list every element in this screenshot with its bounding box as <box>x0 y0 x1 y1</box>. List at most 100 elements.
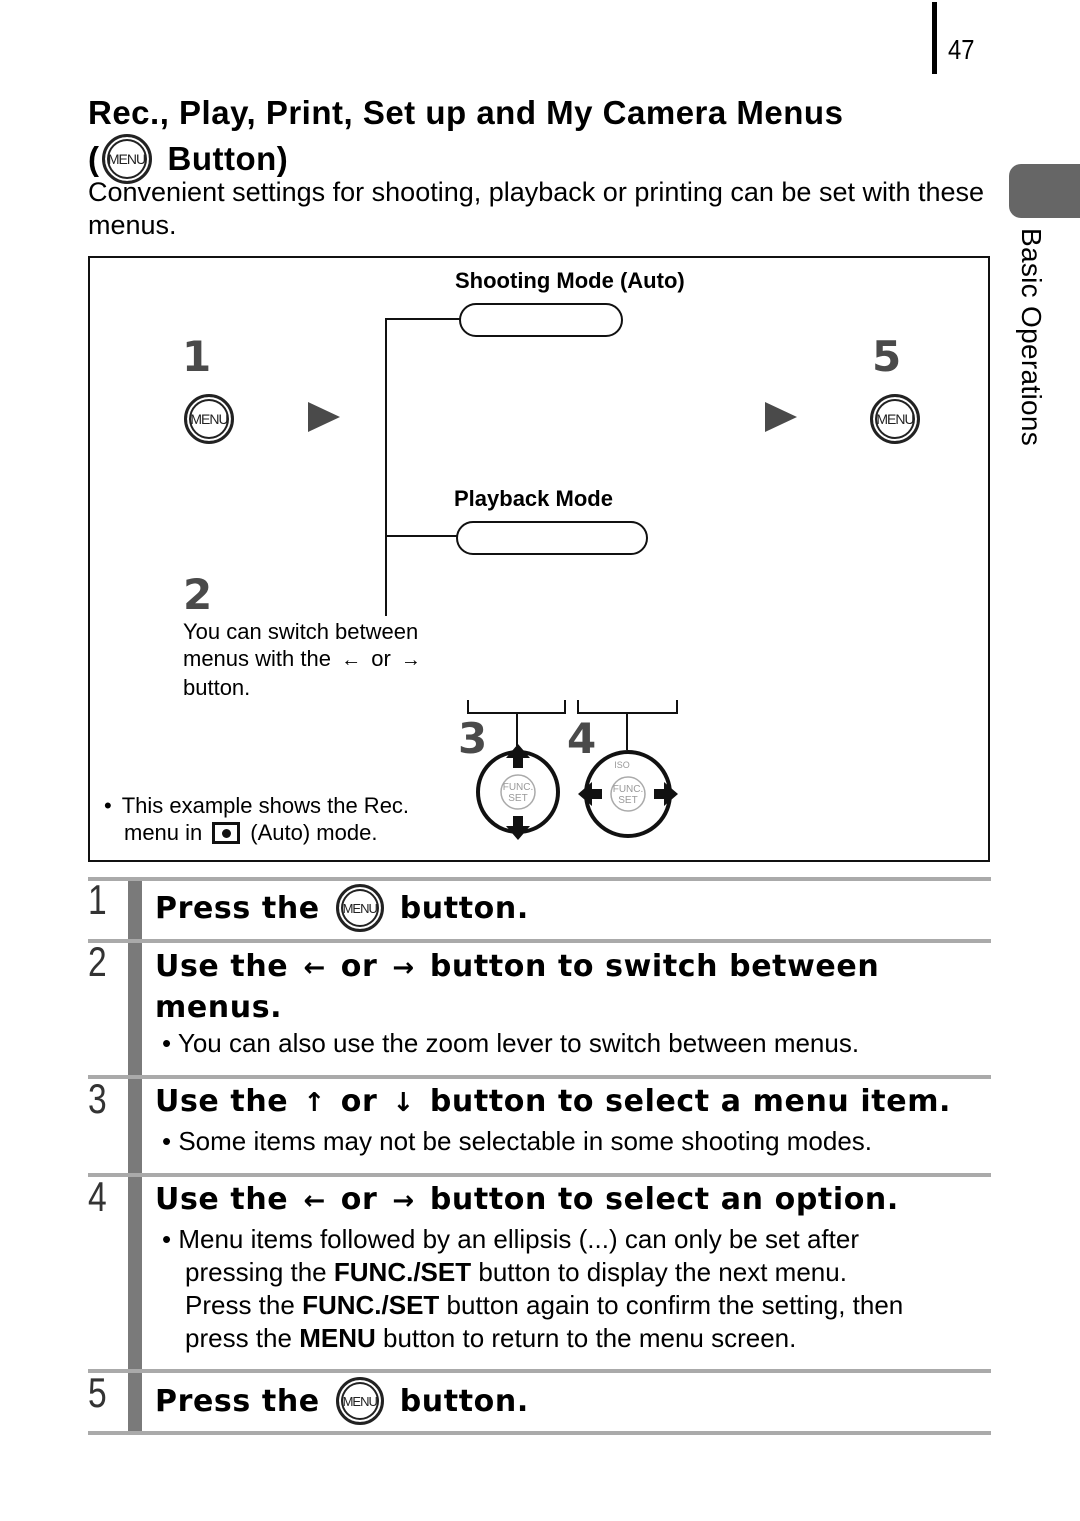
note-line: menus with the ← or → <box>183 645 463 674</box>
step-2-number: 2 <box>88 938 107 985</box>
right-arrow-icon: → <box>392 1186 415 1216</box>
right-arrow-icon <box>654 782 678 806</box>
note-line: You can switch between <box>183 619 419 644</box>
playback-menu-tabs-placeholder <box>456 521 648 555</box>
step-text: or <box>340 949 378 984</box>
step-heading-line: menus. <box>155 990 283 1025</box>
diagram-step-5-number: 5 <box>872 332 902 381</box>
bullet: • <box>162 1224 172 1254</box>
bullet: • <box>104 793 112 818</box>
step-divider <box>88 877 991 881</box>
example-note: • This example shows the Rec. menu in (Au… <box>104 792 464 846</box>
step-bar <box>128 1177 142 1370</box>
func-label: FUNC. <box>613 784 644 795</box>
step-bar <box>128 943 142 1076</box>
note-line: pressing the FUNC./SET button to display… <box>162 1256 992 1289</box>
step-1-number: 1 <box>88 876 107 923</box>
step-text: Press the <box>155 890 320 926</box>
menu-button-icon: MENU <box>870 394 920 444</box>
step-text: Use the <box>155 1084 289 1119</box>
step-3-heading: Use the ↑ or ↓ button to select a menu i… <box>155 1084 951 1119</box>
section-tab <box>1009 164 1080 218</box>
connector-line <box>385 318 387 616</box>
menu-button-icon: MENU <box>335 1377 384 1425</box>
connector-line <box>385 535 457 537</box>
note-text: press the <box>185 1323 292 1353</box>
down-arrow-icon <box>506 816 530 840</box>
play-arrow-icon <box>308 402 340 432</box>
left-arrow-icon: ← <box>303 1186 326 1216</box>
down-arrow-icon: ↓ <box>392 1088 415 1118</box>
left-arrow-icon: ← <box>303 953 326 983</box>
step-bar <box>128 1373 142 1431</box>
left-arrow-icon: ← <box>341 649 362 671</box>
note-line: menu in (Auto) mode. <box>104 819 464 846</box>
title-button-text: Button) <box>167 140 289 177</box>
bracket-line <box>564 700 566 714</box>
step-bar <box>128 1079 142 1174</box>
bullet: • <box>162 1126 172 1156</box>
page-number: 47 <box>948 34 975 65</box>
set-label: SET <box>618 795 637 806</box>
note-text: menu in <box>124 820 203 845</box>
menu-diagram: 1 MENU 5 MENU Shooting Mode (Auto) Playb… <box>88 256 990 862</box>
left-arrow-icon <box>578 782 602 806</box>
step-4-heading: Use the ← or → button to select an optio… <box>155 1182 899 1217</box>
func-set-button-ref: FUNC./SET <box>333 1257 472 1287</box>
note-text: button to display the next menu. <box>478 1257 847 1287</box>
note-text: button to return to the menu screen. <box>382 1323 797 1353</box>
section-tab-label: Basic Operations <box>1016 228 1047 447</box>
step-text: button to select an option. <box>429 1182 899 1217</box>
step-5-number: 5 <box>88 1369 107 1416</box>
note-line: • Menu items followed by an ellipsis (..… <box>162 1223 992 1256</box>
menu-button-icon: MENU <box>184 394 234 444</box>
step-heading-line: Use the ← or → button to switch between <box>155 947 985 988</box>
diagram-step-2-number: 2 <box>183 570 213 619</box>
note-text: menus with the <box>183 646 331 671</box>
note-text: This example shows the Rec. <box>121 793 410 818</box>
play-arrow-icon <box>765 402 797 432</box>
step-text: button. <box>399 1383 529 1419</box>
step-divider <box>88 1075 991 1079</box>
func-label: FUNC. <box>503 782 534 793</box>
step-text: or <box>340 1182 378 1217</box>
note-text: Menu items followed by an ellipsis (...)… <box>178 1224 859 1254</box>
step-4-note: • Menu items followed by an ellipsis (..… <box>162 1223 992 1355</box>
step-divider <box>88 1431 991 1435</box>
page-number-rule <box>932 2 937 74</box>
note-line: press the MENU button to return to the m… <box>162 1322 992 1355</box>
note-line: Press the FUNC./SET button again to conf… <box>162 1289 992 1322</box>
iso-label: ISO <box>614 760 630 770</box>
set-label: SET <box>508 793 527 804</box>
step-text: button to select a menu item. <box>429 1084 952 1119</box>
step-divider <box>88 1369 991 1373</box>
shooting-menu-tabs-placeholder <box>459 303 623 337</box>
step-text: or <box>340 1084 378 1119</box>
step-3-note: • Some items may not be selectable in so… <box>162 1125 992 1158</box>
step-5-heading: Press the MENU button. <box>155 1377 529 1425</box>
note-text: (Auto) mode. <box>250 820 378 845</box>
step-1-heading: Press the MENU button. <box>155 884 529 932</box>
connector-line <box>385 318 460 320</box>
note-line: button. <box>183 675 251 700</box>
note-text: Some items may not be selectable in some… <box>178 1126 873 1156</box>
bullet: • <box>162 1028 172 1058</box>
control-dial-up-down-icon: FUNC. SET <box>476 744 560 840</box>
right-arrow-icon: → <box>392 953 415 983</box>
note-text: pressing the <box>185 1257 327 1287</box>
note-text: or <box>371 646 391 671</box>
diagram-step-1-number: 1 <box>182 332 212 381</box>
step-divider <box>88 939 991 943</box>
step-text: Use the <box>155 949 289 984</box>
step-divider <box>88 1173 991 1177</box>
step-text: Press the <box>155 1383 320 1419</box>
note-line: • This example shows the Rec. <box>104 792 464 819</box>
bracket-line <box>676 700 678 714</box>
playback-mode-label: Playback Mode <box>454 486 613 511</box>
step-text: Use the <box>155 1182 289 1217</box>
step-bar <box>128 881 142 939</box>
intro-paragraph: Convenient settings for shooting, playba… <box>88 177 985 240</box>
auto-mode-camera-icon <box>212 821 241 844</box>
up-arrow-icon: ↑ <box>303 1088 326 1118</box>
note-text: Press the <box>185 1290 295 1320</box>
